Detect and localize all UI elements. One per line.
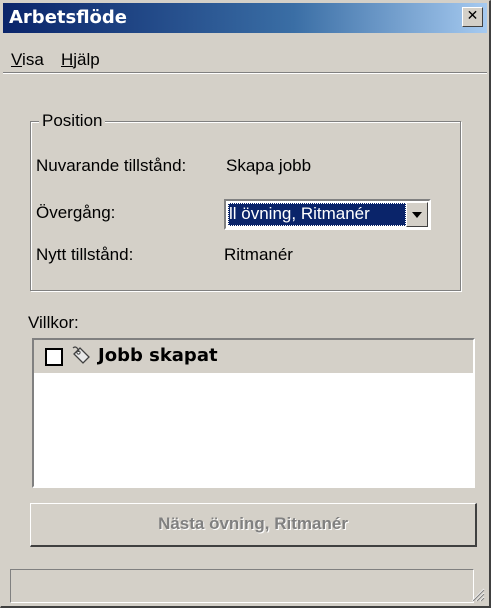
workflow-window: Arbetsflöde ✕ Visa Hjälp Position Nuvara… [0,0,491,608]
conditions-label: Villkor: [28,313,79,332]
current-state-label: Nuvarande tillstånd: [36,156,187,175]
close-icon: ✕ [466,8,479,24]
title-bar[interactable]: Arbetsflöde ✕ [3,3,487,33]
transition-select-value[interactable]: ll övning, Ritmanér [228,203,406,226]
status-panel [10,569,474,603]
next-step-button[interactable]: Nästa övning, Ritmanér [30,503,477,547]
transition-select[interactable]: ll övning, Ritmanér [224,199,431,230]
status-bar [3,568,487,604]
conditions-list[interactable]: Jobb skapat [32,338,475,488]
window-title: Arbetsflöde [9,7,128,28]
menu-visa[interactable]: Visa [11,50,44,70]
transition-label: Övergång: [36,203,116,222]
chevron-down-icon[interactable] [406,202,428,227]
tag-icon [72,346,90,364]
condition-checkbox[interactable] [45,348,63,366]
new-state-label: Nytt tillstånd: [36,245,134,264]
close-button[interactable]: ✕ [462,7,483,27]
condition-label: Jobb skapat [98,345,218,366]
resize-grip-icon[interactable] [469,586,485,602]
menu-hjalp[interactable]: Hjälp [61,50,100,70]
current-state-value: Skapa jobb [226,156,312,175]
menu-bar: Visa Hjälp [3,35,487,74]
new-state-value: Ritmanér [224,245,293,264]
list-item[interactable]: Jobb skapat [34,340,473,373]
position-group-title: Position [39,111,106,131]
